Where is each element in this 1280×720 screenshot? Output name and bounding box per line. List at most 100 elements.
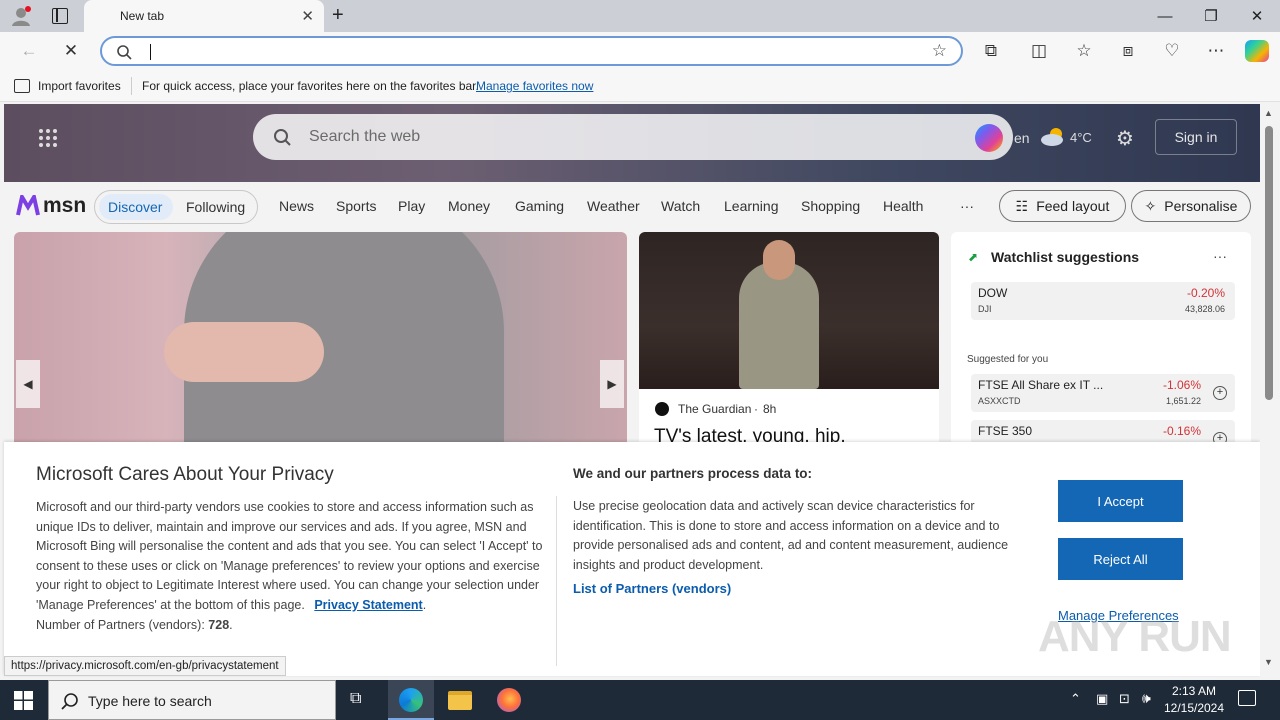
stock-row-dow[interactable]: DOW DJI -0.20% 43,828.06 — [971, 282, 1235, 320]
feed-layout-button[interactable]: ☷ Feed layout — [999, 190, 1126, 222]
web-search-icon — [274, 129, 291, 146]
extensions-icon[interactable]: ⧉ — [978, 39, 1004, 63]
watchlist-more-icon[interactable]: ··· — [1213, 248, 1227, 264]
stock-change: -0.16% — [1162, 424, 1201, 438]
tab-close-icon[interactable]: ✕ — [301, 7, 314, 25]
msn-search-box[interactable]: Search the web — [253, 114, 1013, 160]
app-launcher-icon[interactable] — [38, 128, 58, 148]
sign-in-button[interactable]: Sign in — [1155, 119, 1237, 155]
tab-actions-icon[interactable] — [52, 8, 68, 24]
clock-date[interactable]: 12/15/2024 — [1154, 701, 1234, 715]
nav-news[interactable]: News — [279, 198, 314, 214]
import-favorites-button[interactable]: Import favorites — [38, 79, 121, 93]
more-menu-icon[interactable]: ⋯ — [1203, 39, 1229, 63]
carousel-next-button[interactable]: ▶ — [600, 360, 624, 408]
collections-icon[interactable]: ⧈ — [1115, 39, 1141, 63]
minimize-icon[interactable]: — — [1142, 0, 1188, 32]
article-card[interactable]: The Guardian · 8h TV's latest, young, hi… — [639, 232, 939, 452]
scrollbar-thumb[interactable] — [1265, 126, 1273, 400]
add-stock-icon[interactable]: + — [1213, 386, 1227, 400]
copilot-search-icon[interactable] — [975, 124, 1003, 152]
article-age: 8h — [763, 402, 777, 416]
nav-shopping[interactable]: Shopping — [801, 198, 860, 214]
scroll-down-icon[interactable]: ▼ — [1264, 657, 1273, 667]
stock-trend-icon: ⬈ — [968, 250, 979, 264]
tray-device-icon[interactable]: ▣ — [1096, 691, 1108, 707]
file-explorer-icon[interactable] — [448, 691, 472, 710]
nav-gaming[interactable]: Gaming — [515, 198, 564, 214]
reject-all-button[interactable]: Reject All — [1058, 538, 1183, 580]
temperature-label[interactable]: 4°C — [1070, 130, 1092, 145]
network-icon[interactable]: ⊡ — [1119, 691, 1130, 707]
nav-health[interactable]: Health — [883, 198, 923, 214]
restore-icon[interactable]: ❐ — [1188, 0, 1234, 32]
nav-money[interactable]: Money — [448, 198, 490, 214]
privacy-consent-banner: Microsoft Cares About Your Privacy Micro… — [4, 442, 1260, 676]
favorite-star-icon[interactable]: ☆ — [932, 41, 947, 61]
nav-weather[interactable]: Weather — [587, 198, 640, 214]
scroll-up-icon[interactable]: ▲ — [1264, 108, 1273, 118]
settings-gear-icon[interactable]: ⚙ — [1116, 126, 1134, 151]
manage-favorites-link[interactable]: Manage favorites now — [476, 79, 593, 93]
split-screen-icon[interactable]: ◫ — [1026, 39, 1052, 63]
volume-icon[interactable]: 🕪 — [1142, 690, 1151, 707]
carousel-prev-button[interactable]: ◀ — [16, 360, 40, 408]
edge-taskbar-button[interactable] — [388, 680, 434, 720]
start-button[interactable] — [14, 691, 33, 710]
windows-taskbar: Type here to search ⧉ ⌃ ▣ ⊡ 🕪 2:13 AM 12… — [0, 680, 1280, 720]
nav-sports[interactable]: Sports — [336, 198, 376, 214]
nav-watch[interactable]: Watch — [661, 198, 700, 214]
new-tab-icon[interactable]: + — [332, 4, 344, 27]
partners-list-link[interactable]: List of Partners (vendors) — [573, 581, 731, 596]
personalise-button[interactable]: ✧ Personalise — [1131, 190, 1251, 222]
back-icon[interactable]: ← — [16, 39, 42, 63]
stop-loading-icon[interactable]: ✕ — [58, 39, 84, 63]
msn-header-background: Search the web en 4°C ⚙ Sign in — [4, 104, 1260, 182]
nav-learning[interactable]: Learning — [724, 198, 779, 214]
consent-right-body: Use precise geolocation data and activel… — [573, 499, 1009, 572]
edge-icon — [399, 688, 423, 712]
hero-carousel[interactable]: ◀ ▶ — [14, 232, 627, 452]
partners-label: Number of Partners (vendors): — [36, 617, 205, 632]
copilot-icon[interactable] — [1245, 40, 1269, 62]
nav-play[interactable]: Play — [398, 198, 425, 214]
tab-new-tab[interactable]: New tab ✕ — [84, 0, 324, 32]
browser-toolbar: ← ✕ ☆ ⧉ ◫ ☆ ⧈ ♡ ⋯ — [0, 32, 1280, 70]
taskbar-search-box[interactable]: Type here to search — [48, 680, 336, 720]
address-bar[interactable]: ☆ — [100, 36, 963, 66]
page-scrollbar[interactable]: ▲ ▼ — [1260, 104, 1280, 676]
privacy-statement-link[interactable]: Privacy Statement — [314, 598, 422, 612]
profile-icon[interactable] — [10, 5, 32, 27]
tab-following-label[interactable]: Following — [186, 199, 245, 215]
tray-chevron-icon[interactable]: ⌃ — [1070, 691, 1081, 707]
accept-button[interactable]: I Accept — [1058, 480, 1183, 522]
import-favorites-icon[interactable] — [14, 79, 30, 93]
search-icon — [117, 45, 132, 60]
task-view-icon[interactable]: ⧉ — [350, 690, 370, 710]
notification-icon[interactable] — [1238, 690, 1256, 706]
nav-more-icon[interactable]: ··· — [960, 198, 974, 214]
article-source: The Guardian — [678, 402, 752, 416]
stock-change: -1.06% — [1162, 378, 1201, 392]
stock-symbol: ASXXCTD — [978, 396, 1021, 406]
article-figure-head — [763, 240, 795, 280]
tab-discover-label[interactable]: Discover — [108, 199, 162, 215]
stock-value: 1,651.22 — [1165, 396, 1201, 406]
browser-essentials-icon[interactable]: ♡ — [1159, 39, 1185, 63]
firefox-icon[interactable] — [497, 688, 521, 712]
favbar-message: For quick access, place your favorites h… — [142, 79, 479, 93]
msn-logo-text: msn — [43, 194, 87, 217]
close-window-icon[interactable]: ✕ — [1234, 0, 1280, 32]
weather-cloud-icon[interactable] — [1040, 126, 1066, 146]
msn-logo[interactable]: msn — [16, 192, 86, 220]
clock-time[interactable]: 2:13 AM — [1154, 684, 1234, 698]
favorites-icon[interactable]: ☆ — [1071, 39, 1097, 63]
feed-tabs: Discover Following — [94, 190, 258, 224]
taskbar-search-placeholder: Type here to search — [88, 693, 212, 709]
stock-name: FTSE All Share ex IT ... — [978, 378, 1104, 392]
language-label[interactable]: en — [1014, 130, 1030, 146]
stock-row-ftse-all-share[interactable]: FTSE All Share ex IT ... ASXXCTD -1.06% … — [971, 374, 1235, 412]
consent-title: Microsoft Cares About Your Privacy — [36, 464, 334, 485]
anyrun-watermark: ANY RUN — [1038, 612, 1232, 661]
address-input[interactable] — [148, 43, 908, 61]
